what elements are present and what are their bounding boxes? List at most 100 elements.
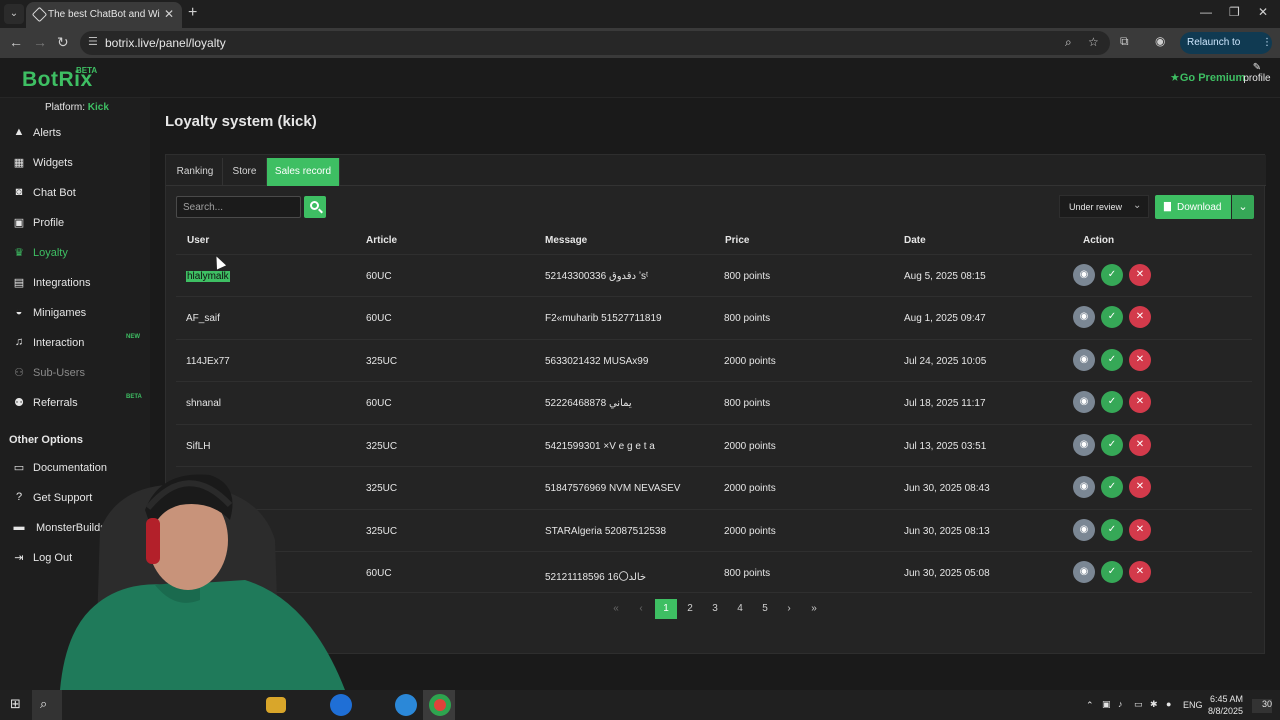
cell-user[interactable]: hlalymalk	[186, 271, 230, 282]
pagination-page-2[interactable]: 2	[680, 599, 700, 619]
cell-price: 2000 points	[724, 526, 776, 537]
zoom-icon[interactable]: ⌕	[1065, 35, 1072, 50]
tab-search-icon[interactable]: ⌄	[4, 4, 24, 24]
chrome-taskbar-slot[interactable]	[423, 690, 455, 720]
relaunch-update-button[interactable]: Relaunch to update ⋮	[1180, 32, 1272, 70]
tray-display-icon[interactable]: ▭	[1134, 699, 1143, 710]
table-row: 114JEx77 325UC 5633021432 MUSAx99 2000 p…	[176, 339, 1252, 381]
column-header-article: Article	[366, 235, 398, 246]
pagination-prev[interactable]: ‹	[631, 599, 651, 619]
profile-link[interactable]: ✎ profile	[1240, 62, 1274, 84]
logo-beta-badge: BETA	[76, 66, 98, 75]
back-icon[interactable]: ←	[9, 34, 23, 50]
file-explorer-icon[interactable]	[266, 697, 286, 713]
more-menu-icon[interactable]: ⋮	[1262, 32, 1272, 54]
cell-article: 60UC	[366, 568, 392, 579]
sidebar-item-loyalty[interactable]: ♛ Loyalty	[0, 241, 150, 267]
search-button[interactable]	[304, 196, 326, 218]
sidebar-item-interaction[interactable]: ♫ Interaction NEW	[0, 331, 150, 357]
pagination-page-5[interactable]: 5	[755, 599, 775, 619]
sidebar-item-integrations[interactable]: ▤ Integrations	[0, 271, 150, 297]
view-button[interactable]: ◉	[1073, 561, 1095, 583]
x-icon: ✕	[1135, 311, 1145, 322]
tray-network-icon[interactable]: ▣	[1102, 699, 1111, 710]
pagination-page-3[interactable]: 3	[705, 599, 725, 619]
go-premium-link[interactable]: ★Go Premium	[1170, 71, 1245, 84]
pagination-next[interactable]: ›	[779, 599, 799, 619]
tab-sales-record[interactable]: Sales record	[267, 158, 340, 186]
site-info-icon[interactable]: ☰	[88, 35, 98, 48]
integrations-icon: ▤	[13, 277, 25, 289]
cell-price: 2000 points	[724, 483, 776, 494]
restore-icon[interactable]: ❐	[1229, 5, 1240, 19]
reject-button[interactable]: ✕	[1129, 476, 1151, 498]
reject-button[interactable]: ✕	[1129, 434, 1151, 456]
approve-button[interactable]: ✓	[1101, 391, 1123, 413]
tab-ranking[interactable]: Ranking	[168, 158, 223, 186]
pagination-page-1[interactable]: 1	[655, 599, 677, 619]
forward-icon[interactable]: →	[33, 34, 47, 50]
reject-button[interactable]: ✕	[1129, 349, 1151, 371]
search-input[interactable]	[176, 196, 301, 218]
tab-close-icon[interactable]: ✕	[164, 7, 174, 21]
window-close-icon[interactable]: ✕	[1258, 5, 1268, 19]
reload-icon[interactable]: ↻	[57, 34, 69, 51]
pagination-page-4[interactable]: 4	[730, 599, 750, 619]
sidebar-item-sub-users[interactable]: ⚇ Sub-Users	[0, 361, 150, 387]
download-button[interactable]: ▇ Download	[1155, 195, 1231, 219]
new-tab-icon[interactable]: +	[188, 4, 197, 22]
approve-button[interactable]: ✓	[1101, 476, 1123, 498]
reject-button[interactable]: ✕	[1129, 519, 1151, 541]
tray-chevron-icon[interactable]: ⌃	[1086, 700, 1094, 711]
music-icon: ♫	[14, 336, 24, 348]
tray-volume-icon[interactable]: ♪	[1118, 699, 1123, 709]
download-options-toggle[interactable]: ⌄	[1232, 195, 1254, 219]
sidebar-item-minigames[interactable]: ◒ Minigames	[0, 301, 150, 327]
status-filter-select[interactable]: Under review ⌄	[1059, 195, 1149, 218]
view-button[interactable]: ◉	[1073, 349, 1095, 371]
pagination-first[interactable]: «	[606, 599, 626, 619]
reject-button[interactable]: ✕	[1129, 561, 1151, 583]
profile-avatar-icon[interactable]: ◉	[1155, 34, 1165, 48]
approve-button[interactable]: ✓	[1101, 349, 1123, 371]
view-button[interactable]: ◉	[1073, 519, 1095, 541]
approve-button[interactable]: ✓	[1101, 519, 1123, 541]
edge-icon[interactable]	[330, 694, 352, 716]
sidebar-item-chat-bot[interactable]: ◙ Chat Bot	[0, 181, 150, 207]
cell-article: 325UC	[366, 483, 398, 494]
pagination-last[interactable]: »	[804, 599, 824, 619]
reject-button[interactable]: ✕	[1129, 264, 1151, 286]
minimize-icon[interactable]: —	[1200, 5, 1212, 19]
browser-tab[interactable]: The best ChatBot and Widgets f ✕	[26, 2, 182, 28]
sidebar-item-profile[interactable]: ▣ Profile	[0, 211, 150, 237]
approve-button[interactable]: ✓	[1101, 264, 1123, 286]
question-icon: ?	[15, 491, 23, 503]
robot-icon: ◙	[15, 186, 23, 198]
sidebar-item-alerts[interactable]: ▲ Alerts	[0, 121, 150, 147]
windows-start-icon[interactable]: ⊞	[10, 696, 21, 712]
view-button[interactable]: ◉	[1073, 476, 1095, 498]
pencil-icon: ✎	[1252, 62, 1262, 73]
tab-store[interactable]: Store	[223, 158, 267, 186]
notification-count[interactable]: 30	[1252, 699, 1272, 713]
view-button[interactable]: ◉	[1073, 264, 1095, 286]
view-button[interactable]: ◉	[1073, 434, 1095, 456]
view-button[interactable]: ◉	[1073, 306, 1095, 328]
app-icon[interactable]	[395, 694, 417, 716]
tray-mic-icon[interactable]: ●	[1166, 699, 1171, 709]
approve-button[interactable]: ✓	[1101, 306, 1123, 328]
view-button[interactable]: ◉	[1073, 391, 1095, 413]
taskbar-search[interactable]: ⌕	[32, 690, 62, 720]
sidebar-item-widgets[interactable]: ▦ Widgets	[0, 151, 150, 177]
windows-taskbar: ⊞ ⌕ ⌃ ▣ ♪ ▭ ✱ ● ENG 6:45 AM 8/8/2025 30	[0, 690, 1280, 720]
tray-bluetooth-icon[interactable]: ✱	[1150, 699, 1158, 710]
reject-button[interactable]: ✕	[1129, 391, 1151, 413]
reject-button[interactable]: ✕	[1129, 306, 1151, 328]
address-bar[interactable]: ☰ botrix.live/panel/loyalty ⌕ ☆	[80, 31, 1110, 55]
approve-button[interactable]: ✓	[1101, 561, 1123, 583]
approve-button[interactable]: ✓	[1101, 434, 1123, 456]
extensions-icon[interactable]: ⧉	[1120, 34, 1129, 49]
tray-language[interactable]: ENG	[1183, 700, 1203, 710]
sidebar-item-referrals[interactable]: ⚉ Referrals BETA	[0, 391, 150, 417]
bookmark-star-icon[interactable]: ☆	[1088, 35, 1099, 49]
